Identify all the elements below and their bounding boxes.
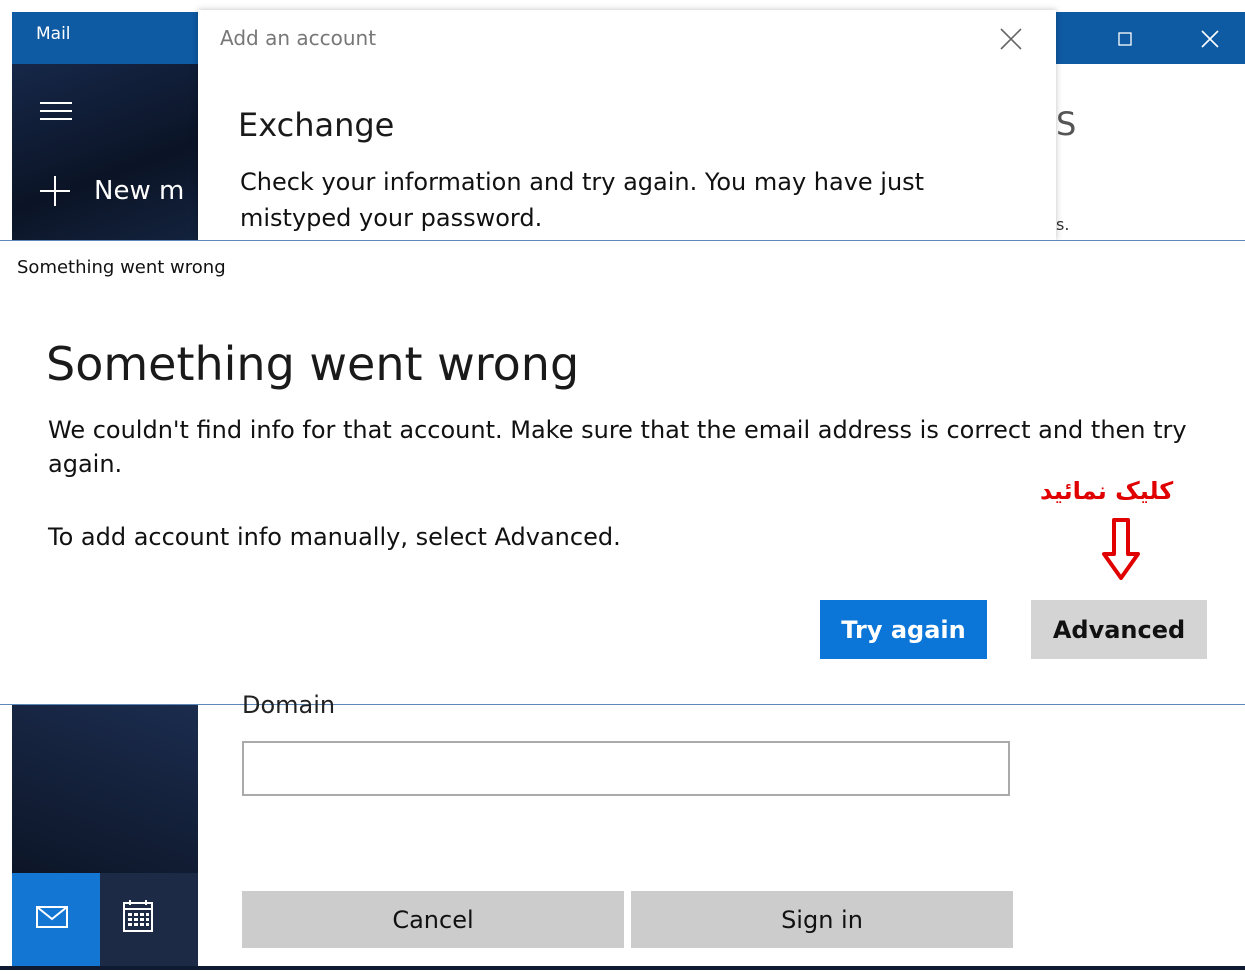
exchange-title: Exchange xyxy=(238,106,395,144)
maximize-icon xyxy=(1118,32,1132,46)
app-title: Mail xyxy=(36,24,71,44)
annotation-text: کلیک نمائید xyxy=(1040,477,1174,505)
domain-input[interactable] xyxy=(242,741,1010,796)
manual-hint: To add account info manually, select Adv… xyxy=(48,523,621,551)
calendar-icon xyxy=(123,900,153,932)
new-mail-button[interactable]: New m xyxy=(40,176,184,206)
mail-pane-fragment: S xyxy=(1056,105,1077,143)
add-account-form: Domain Cancel Sign in xyxy=(198,691,1056,970)
error-message: We couldn't find info for that account. … xyxy=(48,416,1187,478)
error-dialog: Something went wrong Something went wron… xyxy=(0,241,1245,704)
close-icon xyxy=(1201,30,1219,48)
cancel-button[interactable]: Cancel xyxy=(242,891,624,948)
hamburger-menu-icon[interactable] xyxy=(40,102,72,122)
window-close-button[interactable] xyxy=(1195,26,1225,52)
arrow-down-icon xyxy=(1102,518,1140,580)
close-icon xyxy=(1000,28,1022,50)
error-title: Something went wrong xyxy=(46,337,580,391)
new-mail-label: New m xyxy=(94,176,185,206)
try-again-button[interactable]: Try again xyxy=(820,600,987,659)
mail-pane-bottom xyxy=(1056,705,1245,970)
sign-in-button[interactable]: Sign in xyxy=(631,891,1013,948)
maximize-button[interactable] xyxy=(1110,26,1140,52)
mail-sidebar: New m xyxy=(12,64,198,240)
add-account-dialog: Add an account Exchange Check your infor… xyxy=(198,10,1056,240)
mail-pane-fragment-2: s. xyxy=(1056,215,1070,234)
mail-nav-button[interactable] xyxy=(12,873,100,970)
dialog-close-button[interactable] xyxy=(998,26,1028,56)
error-caption: Something went wrong xyxy=(17,257,226,278)
mail-sidebar-bottom xyxy=(12,705,198,970)
advanced-button[interactable]: Advanced xyxy=(1031,600,1207,659)
mail-icon xyxy=(36,906,68,928)
taskbar-edge xyxy=(0,966,1245,970)
calendar-nav-button[interactable] xyxy=(100,873,198,970)
exchange-error-message: Check your information and try again. Yo… xyxy=(240,168,925,232)
dialog-header: Add an account xyxy=(220,26,377,50)
plus-icon xyxy=(40,176,70,206)
domain-label: Domain xyxy=(242,691,336,719)
